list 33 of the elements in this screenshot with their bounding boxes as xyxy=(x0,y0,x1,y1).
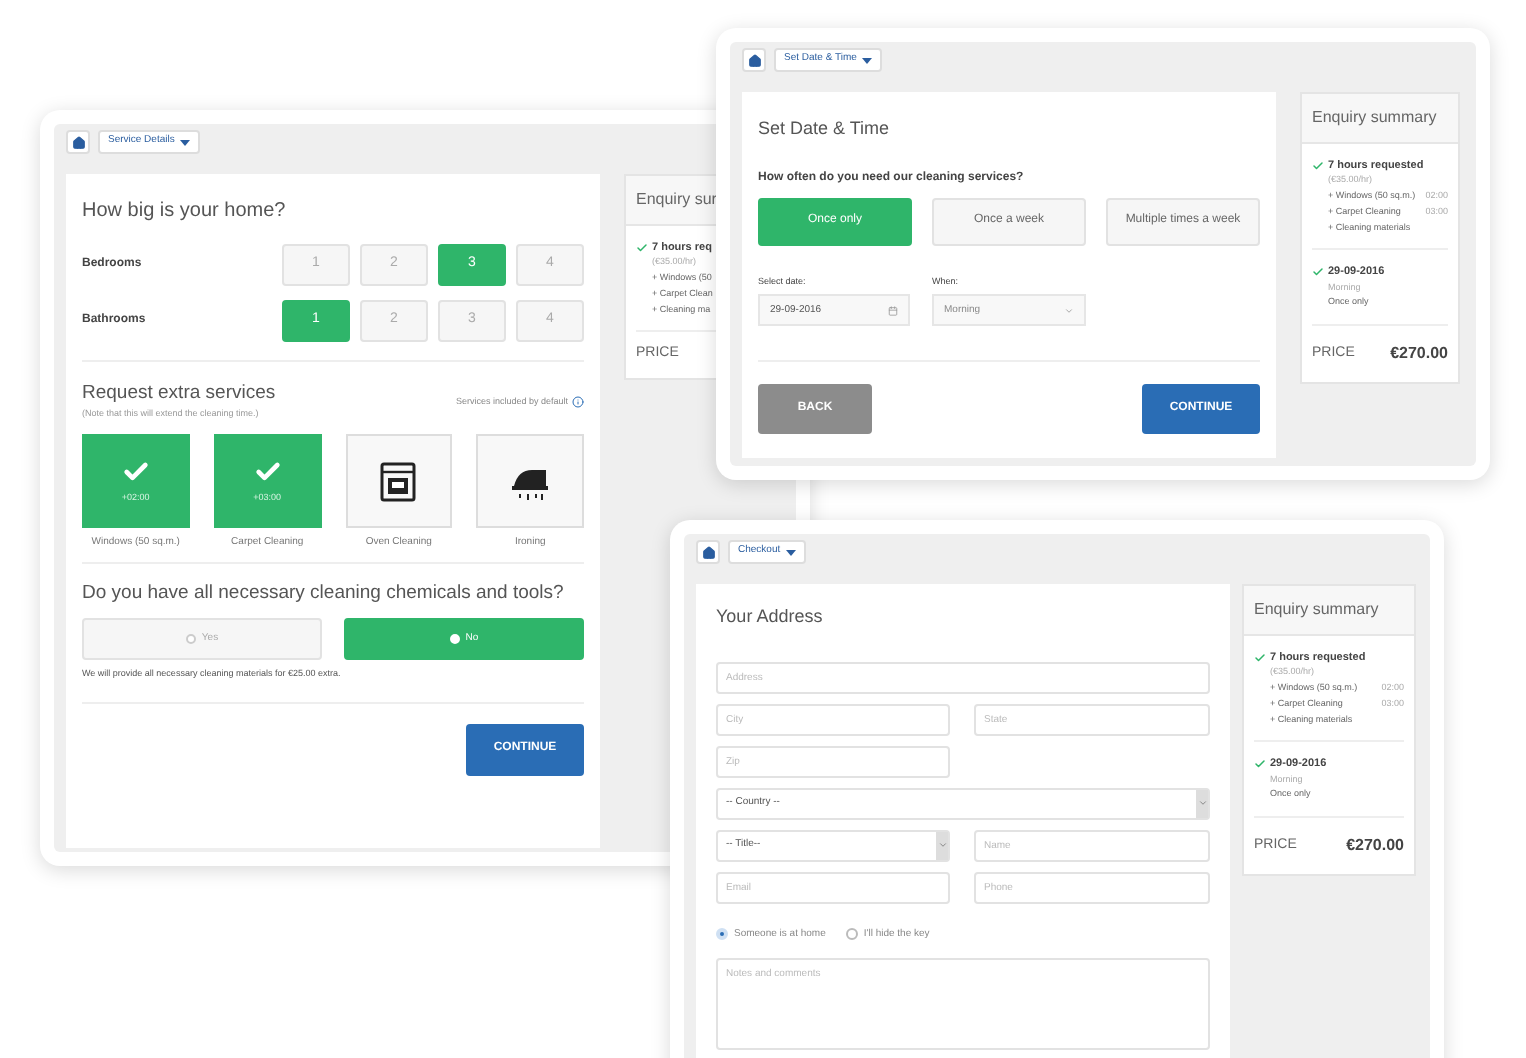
chevron-icon xyxy=(937,840,947,850)
service-tile[interactable] xyxy=(476,434,584,528)
section-title: Do you have all necessary cleaning chemicals and tools? xyxy=(82,579,566,607)
section-title: Your Address xyxy=(716,604,825,630)
section-title: How big is your home? xyxy=(82,198,288,226)
check-icon xyxy=(1254,652,1266,665)
section-title: Set Date & Time xyxy=(758,116,892,142)
summary-title: Enquiry summary xyxy=(1244,586,1414,636)
section-title: Request extra services xyxy=(82,380,276,408)
service-tile[interactable] xyxy=(345,434,453,528)
chevron-icon xyxy=(1064,305,1074,316)
check-icon xyxy=(636,242,648,255)
check-icon xyxy=(1312,266,1324,279)
caret-icon xyxy=(180,139,191,145)
home-icon xyxy=(747,53,761,67)
caret-icon xyxy=(786,549,797,555)
price-value: €270.00 xyxy=(1390,342,1448,366)
home-button[interactable] xyxy=(696,540,720,564)
check-icon xyxy=(253,457,282,486)
home-button[interactable] xyxy=(66,130,90,154)
info-icon xyxy=(572,395,584,408)
check-icon xyxy=(121,457,150,486)
check-icon xyxy=(1254,758,1266,771)
price-value: €270.00 xyxy=(1346,834,1404,858)
home-icon xyxy=(71,135,85,149)
oven-icon xyxy=(378,461,419,501)
chevron-icon xyxy=(1197,798,1207,808)
summary-title: Enquiry summary xyxy=(1302,94,1458,144)
calendar-icon xyxy=(888,305,898,316)
home-icon xyxy=(701,545,715,559)
home-button[interactable] xyxy=(742,48,766,72)
caret-icon xyxy=(862,57,873,63)
check-icon xyxy=(1312,160,1324,173)
